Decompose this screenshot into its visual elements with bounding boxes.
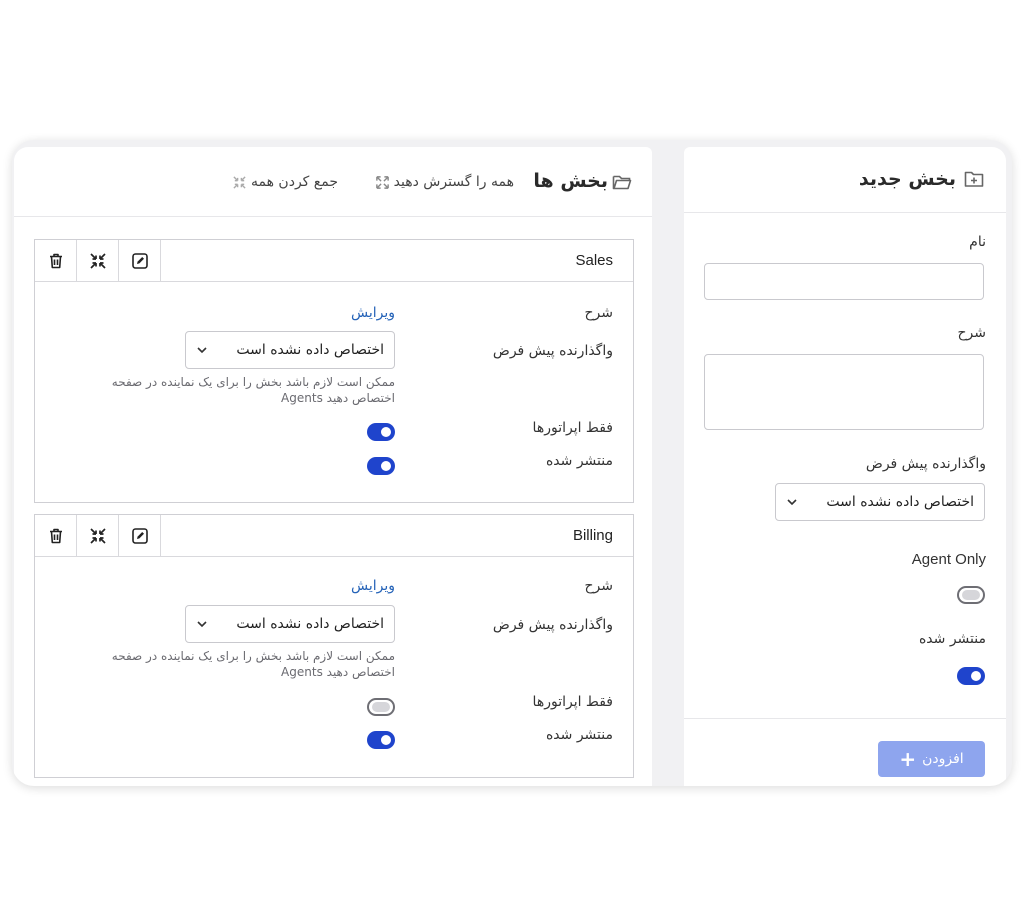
- new-section-header: بخش جدید: [684, 147, 1006, 213]
- published-toggle[interactable]: [957, 667, 985, 685]
- published-label: منتشر شده: [545, 727, 613, 743]
- name-input[interactable]: [704, 263, 984, 300]
- help-line-1: ممکن است لازم باشد بخش را برای یک نمایند…: [111, 375, 395, 389]
- trash-icon: [49, 528, 62, 543]
- sections-panel-title: بخش ها: [533, 170, 608, 192]
- description-label: شرح: [584, 578, 614, 594]
- default-assigner-value: اختصاص داده نشده است: [236, 616, 384, 632]
- default-assigner-select[interactable]: اختصاص داده نشده است: [775, 483, 985, 521]
- default-assigner-label: واگذارنده پیش فرض: [492, 617, 613, 633]
- chevron-down-icon: [197, 347, 207, 354]
- assigner-help-text: ممکن است لازم باشد بخش را برای یک نمایند…: [75, 648, 395, 680]
- compress-icon: [89, 252, 106, 269]
- help-line-1: ممکن است لازم باشد بخش را برای یک نمایند…: [111, 649, 395, 663]
- published-toggle[interactable]: [367, 731, 395, 749]
- published-label: منتشر شده: [918, 631, 986, 647]
- section-card-header: Billing: [35, 515, 633, 557]
- app-frame: بخش ها همه را گسترش دهید جمع کردن همه Sa…: [12, 140, 1012, 786]
- add-section-button[interactable]: + افزودن: [878, 741, 985, 777]
- expand-all-button[interactable]: همه را گسترش دهید: [375, 174, 514, 190]
- edit-icon: [131, 527, 148, 544]
- operators-only-toggle[interactable]: [367, 698, 395, 716]
- edit-section-button[interactable]: [119, 240, 161, 281]
- default-assigner-select[interactable]: اختصاص داده نشده است: [185, 605, 395, 643]
- edit-description-link[interactable]: ویرایش: [351, 305, 395, 321]
- section-card-header: Sales: [35, 240, 633, 282]
- agent-only-label: Agent Only: [911, 551, 986, 568]
- published-label: منتشر شده: [545, 453, 613, 469]
- delete-button[interactable]: [35, 515, 77, 556]
- operators-only-label: فقط اپراتورها: [532, 420, 613, 436]
- new-section-title: بخش جدید: [858, 168, 956, 190]
- section-card-billing: Billing شرح ویرایش واگذارنده پیش فرض اخت…: [34, 514, 634, 778]
- folder-open-icon: [612, 175, 632, 190]
- default-assigner-value: اختصاص داده نشده است: [236, 342, 384, 358]
- operators-only-label: فقط اپراتورها: [532, 694, 613, 710]
- description-label: شرح: [957, 325, 987, 341]
- default-assigner-select[interactable]: اختصاص داده نشده است: [185, 331, 395, 369]
- section-name: Sales: [575, 252, 613, 269]
- compress-icon: [233, 175, 246, 189]
- collapse-section-button[interactable]: [77, 515, 119, 556]
- section-card-sales: Sales شرح ویرایش واگذارنده پیش فرض اختصا…: [34, 239, 634, 503]
- expand-all-label: همه را گسترش دهید: [393, 174, 514, 190]
- collapse-section-button[interactable]: [77, 240, 119, 281]
- compress-icon: [89, 527, 106, 544]
- help-line-2: Agents اختصاص دهید: [281, 665, 395, 679]
- delete-button[interactable]: [35, 240, 77, 281]
- name-label: نام: [969, 234, 986, 250]
- chevron-down-icon: [787, 499, 797, 506]
- folder-plus-icon: [964, 171, 984, 187]
- assigner-help-text: ممکن است لازم باشد بخش را برای یک نمایند…: [75, 374, 395, 406]
- default-assigner-label: واگذارنده پیش فرض: [865, 456, 986, 472]
- trash-icon: [49, 253, 62, 268]
- edit-icon: [131, 252, 148, 269]
- add-button-label: افزودن: [922, 751, 964, 767]
- sections-panel-header: بخش ها همه را گسترش دهید جمع کردن همه: [14, 147, 652, 217]
- edit-section-button[interactable]: [119, 515, 161, 556]
- plus-icon: +: [899, 747, 917, 771]
- new-section-panel: بخش جدید نام شرح واگذارنده پیش فرض اختصا…: [684, 147, 1006, 786]
- agent-only-toggle[interactable]: [957, 586, 985, 604]
- collapse-all-label: جمع کردن همه: [251, 174, 338, 190]
- operators-only-toggle[interactable]: [367, 423, 395, 441]
- footer-divider: [684, 718, 1006, 719]
- sections-panel: بخش ها همه را گسترش دهید جمع کردن همه Sa…: [14, 147, 652, 786]
- default-assigner-label: واگذارنده پیش فرض: [492, 343, 613, 359]
- edit-description-link[interactable]: ویرایش: [351, 578, 395, 594]
- default-assigner-value: اختصاص داده نشده است: [826, 494, 974, 510]
- collapse-all-button[interactable]: جمع کردن همه: [232, 174, 338, 190]
- help-line-2: Agents اختصاص دهید: [281, 391, 395, 405]
- expand-icon: [375, 175, 389, 189]
- chevron-down-icon: [197, 621, 207, 628]
- section-name: Billing: [572, 527, 613, 544]
- published-toggle[interactable]: [367, 457, 395, 475]
- description-textarea[interactable]: [704, 354, 984, 430]
- description-label: شرح: [584, 305, 614, 321]
